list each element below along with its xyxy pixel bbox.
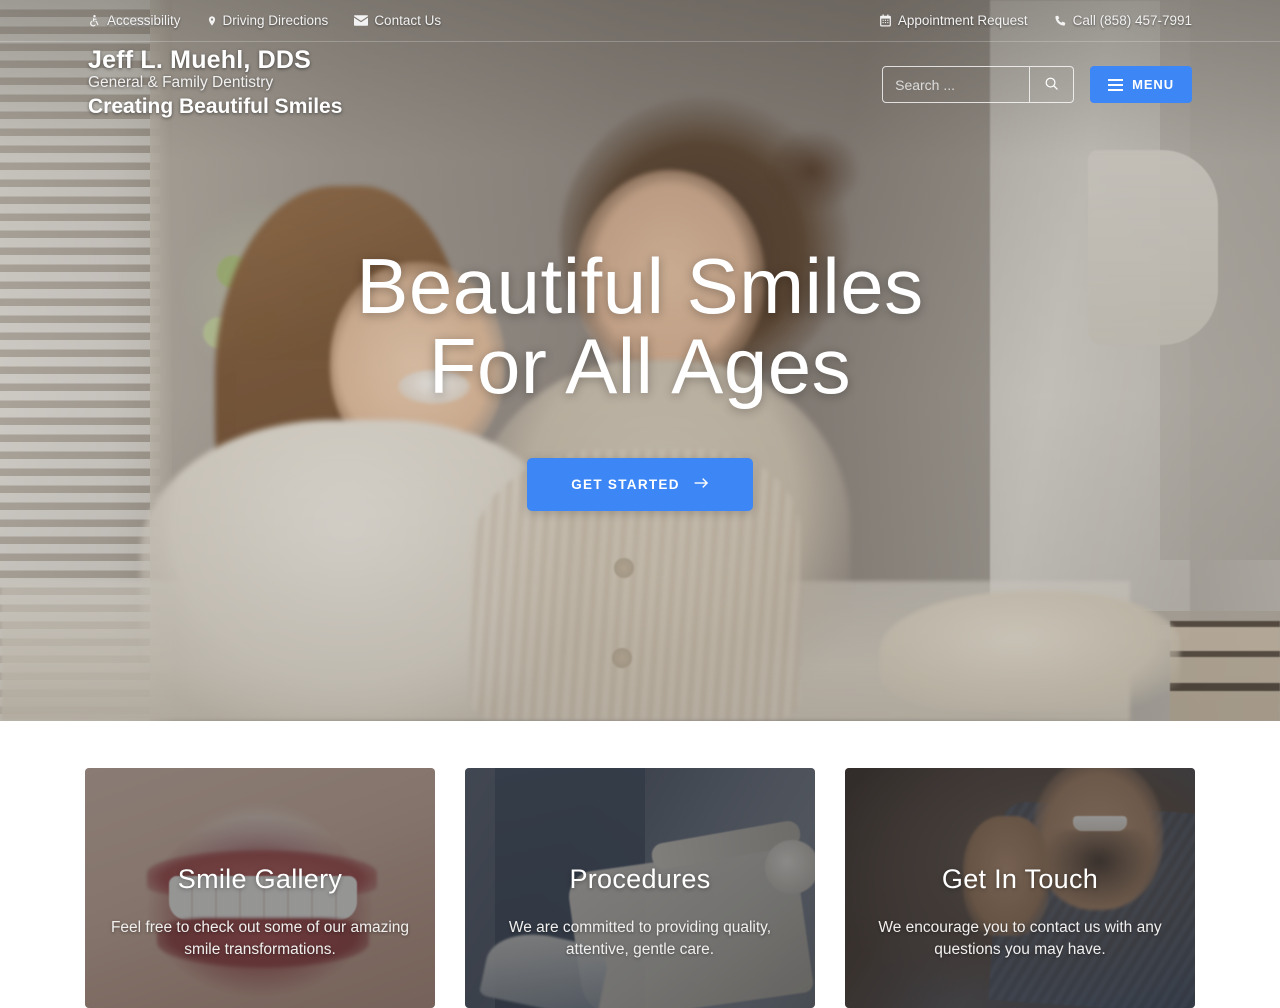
card-body: Procedures We are committed to providing…	[465, 768, 815, 1008]
top-utility-bar: Accessibility Driving Directions Contact…	[0, 0, 1280, 42]
card-procedures[interactable]: Procedures We are committed to providing…	[465, 768, 815, 1008]
brand-logo-block[interactable]: Jeff L. Muehl, DDS General & Family Dent…	[88, 46, 342, 119]
wheelchair-icon	[88, 14, 101, 28]
card-get-in-touch[interactable]: Get In Touch We encourage you to contact…	[845, 768, 1195, 1008]
brand-tagline: Creating Beautiful Smiles	[88, 94, 343, 118]
arrow-right-icon	[694, 477, 709, 492]
hero-section: Accessibility Driving Directions Contact…	[0, 0, 1280, 721]
get-started-button[interactable]: GET STARTED	[527, 458, 753, 512]
search-box	[882, 66, 1075, 103]
accessibility-link[interactable]: Accessibility	[88, 13, 181, 28]
hero-title-line-1: Beautiful Smiles	[356, 241, 924, 330]
top-utility-right-group: Appointment Request Call (858) 457-7991	[879, 13, 1192, 28]
appointment-request-label: Appointment Request	[897, 13, 1028, 28]
brand-subtitle: General & Family Dentistry	[88, 74, 274, 91]
hamburger-icon	[1108, 78, 1124, 91]
card-body: Smile Gallery Feel free to check out som…	[85, 768, 435, 1008]
hero-title-line-2: For All Ages	[428, 322, 852, 410]
call-phone-link[interactable]: Call (858) 457-7991	[1054, 13, 1192, 28]
appointment-request-link[interactable]: Appointment Request	[879, 13, 1028, 28]
top-utility-left-group: Accessibility Driving Directions Contact…	[88, 13, 441, 28]
driving-directions-label: Driving Directions	[222, 13, 329, 28]
accessibility-label: Accessibility	[107, 13, 181, 28]
calendar-icon	[879, 14, 892, 27]
brand-name: Jeff L. Muehl, DDS	[88, 46, 312, 74]
card-body: Get In Touch We encourage you to contact…	[845, 768, 1195, 1008]
feature-cards-section: Smile Gallery Feel free to check out som…	[0, 721, 1280, 1008]
map-pin-icon	[207, 14, 217, 28]
card-text: We encourage you to contact us with any …	[878, 919, 1162, 958]
menu-button[interactable]: MENU	[1090, 66, 1192, 103]
get-started-label: GET STARTED	[571, 477, 680, 493]
site-header: Jeff L. Muehl, DDS General & Family Dent…	[0, 42, 1280, 132]
header-actions: MENU	[882, 66, 1192, 103]
envelope-icon	[354, 15, 369, 26]
hero-title: Beautiful Smiles For All Ages	[356, 241, 924, 410]
driving-directions-link[interactable]: Driving Directions	[207, 13, 329, 28]
card-title: Smile Gallery	[177, 864, 343, 894]
search-input[interactable]	[883, 67, 1030, 102]
menu-button-label: MENU	[1132, 77, 1174, 92]
call-phone-label: Call (858) 457-7991	[1072, 13, 1192, 28]
contact-us-link[interactable]: Contact Us	[354, 13, 441, 28]
phone-icon	[1054, 14, 1067, 27]
contact-us-label: Contact Us	[374, 13, 442, 28]
card-title: Get In Touch	[941, 864, 1099, 894]
search-submit-button[interactable]	[1029, 67, 1073, 102]
search-icon	[1044, 76, 1059, 94]
card-text: We are committed to providing quality, a…	[508, 919, 772, 958]
feature-cards-row: Smile Gallery Feel free to check out som…	[85, 768, 1195, 1008]
card-text: Feel free to check out some of our amazi…	[110, 919, 410, 958]
card-smile-gallery[interactable]: Smile Gallery Feel free to check out som…	[85, 768, 435, 1008]
card-title: Procedures	[569, 864, 711, 894]
